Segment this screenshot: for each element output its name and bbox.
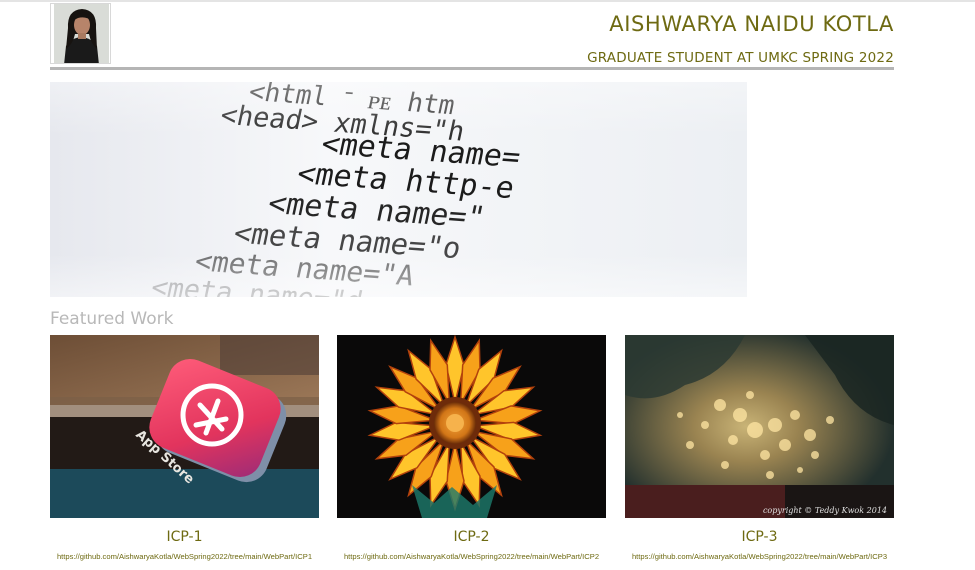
featured-card-icp2: ICP-2 https://github.com/AishwaryaKotla/…	[337, 335, 606, 561]
icp3-title: ICP-3	[741, 529, 778, 545]
header-divider	[50, 67, 894, 70]
icp1-link[interactable]: https://github.com/AishwaryaKotla/WebSpr…	[50, 552, 319, 561]
featured-card-icp3: copyright © Teddy Kwok 2014 ICP-3 https:…	[625, 335, 894, 561]
featured-work-heading: Featured Work	[50, 309, 174, 329]
icp2-link[interactable]: https://github.com/AishwaryaKotla/WebSpr…	[337, 552, 606, 561]
icp3-thumbnail[interactable]: copyright © Teddy Kwok 2014	[625, 335, 894, 518]
profile-avatar	[50, 3, 111, 64]
icp1-title: ICP-1	[166, 529, 203, 545]
icp1-thumbnail[interactable]: App Store	[50, 335, 319, 518]
icp2-title: ICP-2	[453, 529, 490, 545]
featured-card-icp1: App Store ICP-1 https://github.com/Aishw…	[50, 335, 319, 561]
icp3-link[interactable]: https://github.com/AishwaryaKotla/WebSpr…	[625, 552, 894, 561]
site-title: AISHWARYA NAIDU KOTLA	[609, 12, 894, 36]
site-subtitle: GRADUATE STUDENT AT UMKC SPRING 2022	[587, 50, 894, 66]
icp2-thumbnail[interactable]	[337, 335, 606, 518]
photo-copyright-text: copyright © Teddy Kwok 2014	[763, 506, 887, 515]
hero-banner-image: <html ᐨ ᴘᴇ htm<head> xmlns="h<meta name=…	[50, 82, 747, 297]
top-border	[0, 0, 975, 2]
